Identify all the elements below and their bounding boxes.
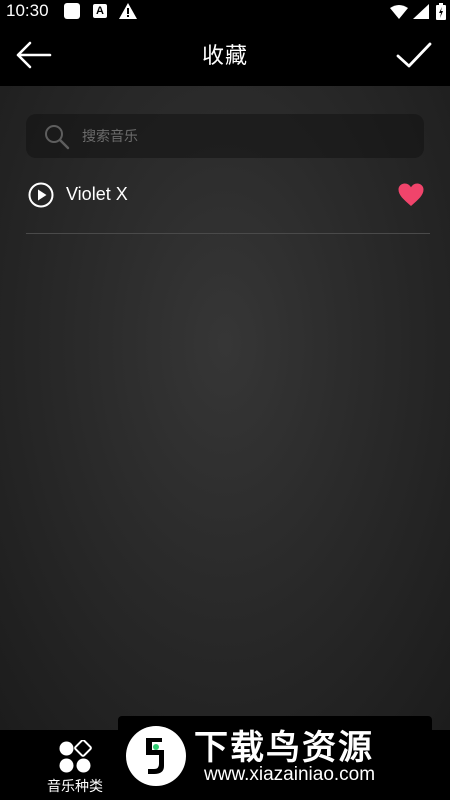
search-icon	[44, 124, 70, 154]
nav-item-label: 音乐种类	[47, 779, 103, 795]
notification-square-icon	[64, 3, 80, 19]
search-box[interactable]	[26, 114, 424, 158]
warning-icon	[119, 3, 137, 23]
watermark-title: 下载鸟资源	[194, 728, 374, 768]
song-row[interactable]: Violet X	[26, 170, 430, 232]
row-divider	[26, 233, 430, 234]
checkmark-icon	[396, 42, 432, 68]
play-circle-icon[interactable]	[28, 182, 54, 212]
heart-icon[interactable]	[398, 183, 424, 211]
wifi-icon	[390, 4, 408, 23]
search-input[interactable]	[80, 120, 404, 154]
app-bar: 收藏	[0, 24, 450, 86]
signal-icon	[413, 4, 429, 23]
song-title: Violet X	[66, 184, 128, 204]
screen: 10:30 A 收藏 搜索音乐 Violet X 音乐种类 下载鸟资源 www.…	[0, 0, 450, 800]
watermark-logo-icon	[126, 726, 186, 786]
watermark-url: www.xiazainiao.com	[204, 764, 376, 785]
battery-icon	[436, 3, 446, 24]
status-time: 10:30	[6, 1, 49, 20]
watermark: 下载鸟资源 www.xiazainiao.com	[118, 716, 432, 794]
page-title: 收藏	[201, 44, 248, 69]
status-bar: 10:30 A	[0, 0, 450, 24]
favorites-content: Violet X	[0, 86, 450, 730]
confirm-button[interactable]	[392, 36, 436, 74]
nav-item-music-categories[interactable]: 音乐种类	[30, 738, 120, 798]
notification-a-icon: A	[93, 4, 107, 18]
categories-icon	[58, 739, 92, 778]
